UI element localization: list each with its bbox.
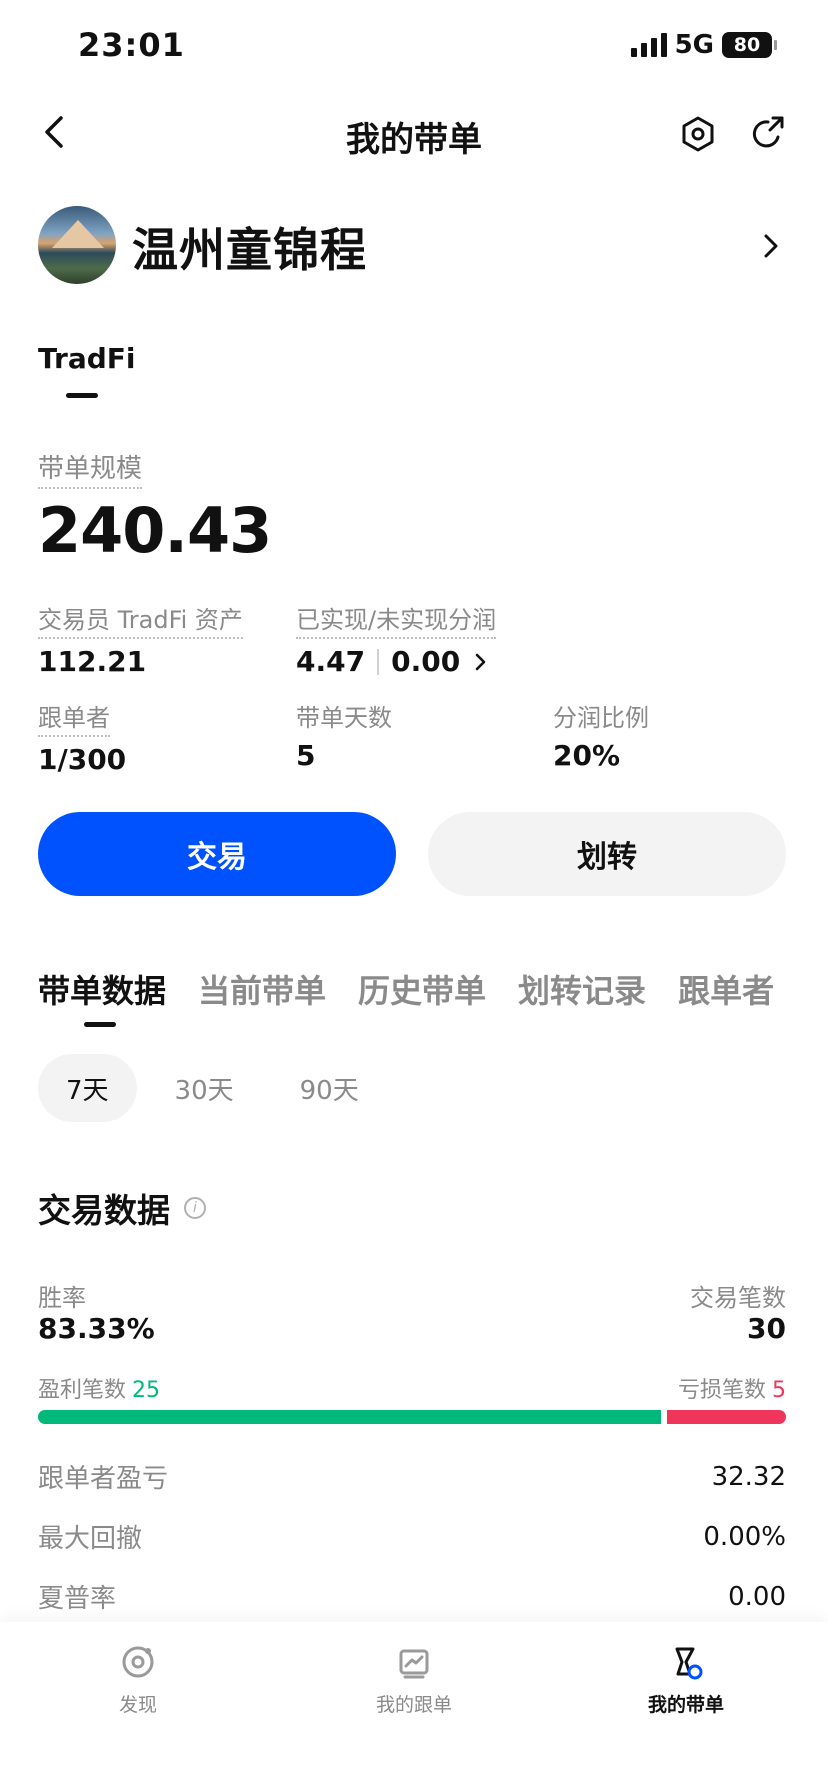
days-label: 带单天数 <box>296 704 392 732</box>
profile-chevron-button[interactable] <box>756 228 786 264</box>
scale-label[interactable]: 带单规模 <box>38 448 143 489</box>
tab-lead-data[interactable]: 带单数据 <box>38 966 166 1012</box>
data-tab-underline <box>84 1022 116 1027</box>
share-icon <box>752 116 784 148</box>
tab-history-orders[interactable]: 历史带单 <box>358 966 486 1012</box>
metric-value: 0.00 <box>728 1581 786 1612</box>
period-90d[interactable]: 90天 <box>272 1054 387 1122</box>
chart-icon <box>399 1649 429 1679</box>
tab-underline <box>66 393 98 398</box>
battery-level: 80 <box>733 34 761 56</box>
metric-label: 最大回撤 <box>38 1524 143 1554</box>
discover-icon <box>122 1646 154 1678</box>
chevron-right-icon <box>475 653 486 670</box>
followers-stat: 跟单者 1/300 <box>38 698 126 776</box>
chevron-right-icon <box>764 234 778 258</box>
settings-button[interactable] <box>676 112 720 156</box>
bottom-nav: 发现 我的跟单 我的带单 <box>0 1622 828 1792</box>
scale-value: 240.43 <box>38 494 272 567</box>
ratio-label: 分润比例 <box>553 704 649 732</box>
trader-assets-stat: 交易员 TradFi 资产 112.21 <box>38 600 243 678</box>
nav-discover[interactable]: 发现 <box>48 1642 228 1717</box>
profit-share-values[interactable]: 4.47 0.00 <box>296 645 496 678</box>
metric-max-drawdown: 最大回撤 0.00% <box>38 1518 786 1555</box>
tab-followers[interactable]: 跟单者 <box>678 966 774 1012</box>
profit-share-label[interactable]: 已实现/未实现分润 <box>296 600 497 639</box>
period-30d[interactable]: 30天 <box>147 1054 262 1122</box>
network-type: 5G <box>674 30 714 60</box>
share-button[interactable] <box>746 112 790 156</box>
nav-label: 我的带单 <box>647 1694 724 1716</box>
unrealized-profit: 0.00 <box>391 645 461 678</box>
metric-label: 夏普率 <box>38 1584 117 1614</box>
profile-name[interactable]: 温州童锦程 <box>132 214 367 280</box>
tab-tradfi[interactable]: TradFi <box>38 342 136 375</box>
status-indicators: 5G 80 <box>630 30 777 60</box>
win-rate-label: 胜率 <box>38 1284 86 1312</box>
followers-value: 1/300 <box>38 743 127 776</box>
trade-count-value: 30 <box>747 1312 786 1345</box>
back-button[interactable] <box>34 112 74 152</box>
trader-assets-value: 112.21 <box>38 645 147 678</box>
trader-assets-label[interactable]: 交易员 TradFi 资产 <box>38 600 243 639</box>
nav-my-follow[interactable]: 我的跟单 <box>324 1642 504 1717</box>
signal-icon <box>630 33 667 57</box>
status-time: 23:01 <box>78 26 185 64</box>
trade-data-title: 交易数据 <box>38 1191 170 1230</box>
metric-label: 跟单者盈亏 <box>38 1464 169 1494</box>
realized-profit: 4.47 <box>296 645 366 678</box>
metric-sharpe: 夏普率 0.00 <box>38 1578 786 1615</box>
win-bar-fill <box>38 1410 661 1424</box>
profit-share-stat: 已实现/未实现分润 4.47 0.00 <box>296 600 497 678</box>
lead-trade-icon <box>675 1647 703 1680</box>
profit-count-label: 盈利笔数 <box>38 1378 127 1403</box>
profit-count: 盈利笔数 25 <box>38 1372 160 1404</box>
trade-button[interactable]: 交易 <box>38 812 396 896</box>
loss-count-value: 5 <box>772 1378 786 1403</box>
metric-value: 32.32 <box>711 1461 786 1492</box>
days-value: 5 <box>296 739 316 772</box>
metric-value: 0.00% <box>703 1521 786 1552</box>
trade-count-label: 交易笔数 <box>690 1284 786 1312</box>
loss-bar-fill <box>667 1410 786 1424</box>
battery-icon: 80 <box>722 32 777 58</box>
followers-label[interactable]: 跟单者 <box>38 698 110 737</box>
chevron-left-icon <box>45 116 63 148</box>
period-7d[interactable]: 7天 <box>38 1054 137 1122</box>
tab-current-orders[interactable]: 当前带单 <box>198 966 326 1012</box>
avatar[interactable] <box>38 206 116 284</box>
nav-label: 我的跟单 <box>375 1694 452 1716</box>
win-rate-value: 83.33% <box>38 1312 155 1345</box>
trade-data-section: 交易数据 i <box>38 1184 206 1232</box>
divider <box>377 648 380 675</box>
transfer-button[interactable]: 划转 <box>428 812 786 896</box>
days-stat: 带单天数 5 <box>296 698 392 772</box>
loss-count: 亏损笔数 5 <box>678 1372 786 1404</box>
tab-transfer-records[interactable]: 划转记录 <box>518 966 646 1012</box>
ratio-stat: 分润比例 20% <box>553 698 649 772</box>
profit-count-value: 25 <box>132 1378 161 1403</box>
nav-my-lead[interactable]: 我的带单 <box>596 1642 776 1717</box>
data-tabs: 带单数据 当前带单 历史带单 划转记录 跟单者 <box>38 966 774 1012</box>
win-loss-bar <box>38 1410 786 1424</box>
info-icon[interactable]: i <box>184 1197 206 1219</box>
metric-follower-pnl: 跟单者盈亏 32.32 <box>38 1458 786 1495</box>
nav-label: 发现 <box>118 1694 157 1716</box>
period-selector: 7天 30天 90天 <box>38 1054 387 1122</box>
ratio-value: 20% <box>553 739 621 772</box>
settings-hexagon-icon <box>682 116 714 152</box>
loss-count-label: 亏损笔数 <box>677 1378 766 1403</box>
